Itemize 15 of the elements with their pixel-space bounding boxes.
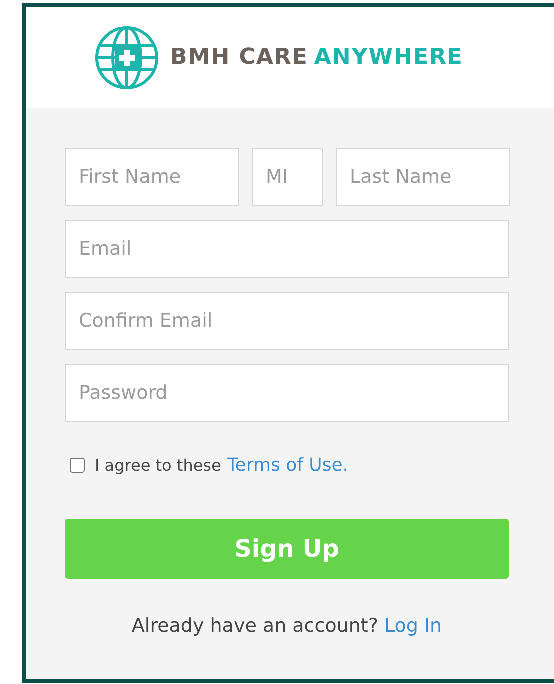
- agree-label: I agree to these: [95, 454, 222, 476]
- globe-cross-icon: [94, 26, 159, 90]
- login-prompt: Already have an account?: [132, 614, 378, 639]
- logo-text: ANYWHERE: [314, 44, 464, 72]
- input-field[interactable]: MI: [252, 148, 323, 206]
- input-field[interactable]: First Name: [65, 148, 239, 206]
- log-in-link[interactable]: Log In: [384, 612, 442, 640]
- input-field[interactable]: Last Name: [336, 148, 510, 206]
- checkbox[interactable]: [70, 458, 85, 473]
- sign-up-button[interactable]: Sign Up: [65, 519, 509, 579]
- input-field[interactable]: Confirm Email: [65, 292, 509, 350]
- input-field[interactable]: Password: [65, 364, 509, 422]
- terms-link[interactable]: Terms of Use.: [227, 452, 349, 479]
- logo-text: BMH CARE: [170, 44, 308, 72]
- input-field[interactable]: Email: [65, 220, 509, 278]
